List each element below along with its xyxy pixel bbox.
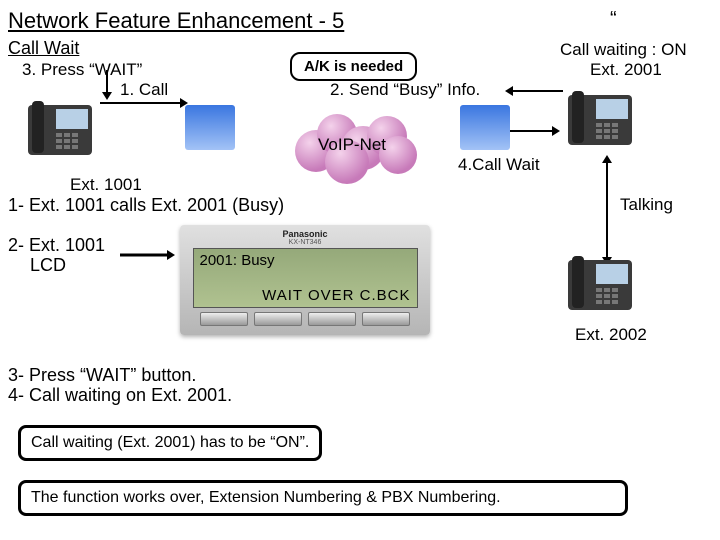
label-ext1001: Ext. 1001 [70,175,142,195]
lcd-brand: Panasonic [282,229,327,239]
label-voip: VoIP-Net [318,135,386,155]
lcd-softkeys [200,312,410,326]
arrow-cw4 [510,126,560,136]
arrow-press-wait [100,70,114,100]
gateway-right [460,105,510,150]
page-title: Network Feature Enhancement - 5 [8,8,344,34]
phone-ext2002 [560,250,640,325]
label-line3: 3- Press “WAIT” button. [8,365,196,386]
lcd-screen: 2001: Busy WAIT OVER C.BCK [193,248,418,308]
lcd-model: KX-NT346 [289,239,322,246]
phone-ext2001 [560,85,640,160]
arrow-lcd [120,250,175,260]
label-line2a: 2- Ext. 1001 [8,235,105,256]
note-2: The function works over, Extension Numbe… [18,480,628,516]
note-1: Call waiting (Ext. 2001) has to be “ON”. [18,425,322,461]
arrow-talking [600,155,614,265]
label-line4: 4- Call waiting on Ext. 2001. [8,385,232,406]
phone-ext1001 [20,95,100,170]
lcd-device: Panasonic KX-NT346 2001: Busy WAIT OVER … [180,225,430,335]
subtitle: Call Wait [8,38,79,59]
lcd-bottom-line: WAIT OVER C.BCK [200,287,411,304]
label-call1: 1. Call [120,80,168,100]
label-cw4: 4.Call Wait [458,155,540,175]
label-press-wait: 3. Press “WAIT” [22,60,142,80]
label-talking: Talking [620,195,673,215]
lcd-top-line: 2001: Busy [200,252,411,269]
label-send-busy: 2. Send “Busy” Info. [330,80,480,100]
label-ext2001-top: Ext. 2001 [590,60,662,80]
arrow-send-busy [505,86,563,96]
label-line2b: LCD [30,255,66,276]
label-cw-on: Call waiting : ON [560,40,687,60]
label-line1: 1- Ext. 1001 calls Ext. 2001 (Busy) [8,195,284,216]
label-ext2002: Ext. 2002 [575,325,647,345]
gateway-left [185,105,235,150]
ak-needed-badge: A/K is needed [290,52,417,81]
quote-mark: “ [610,8,617,31]
